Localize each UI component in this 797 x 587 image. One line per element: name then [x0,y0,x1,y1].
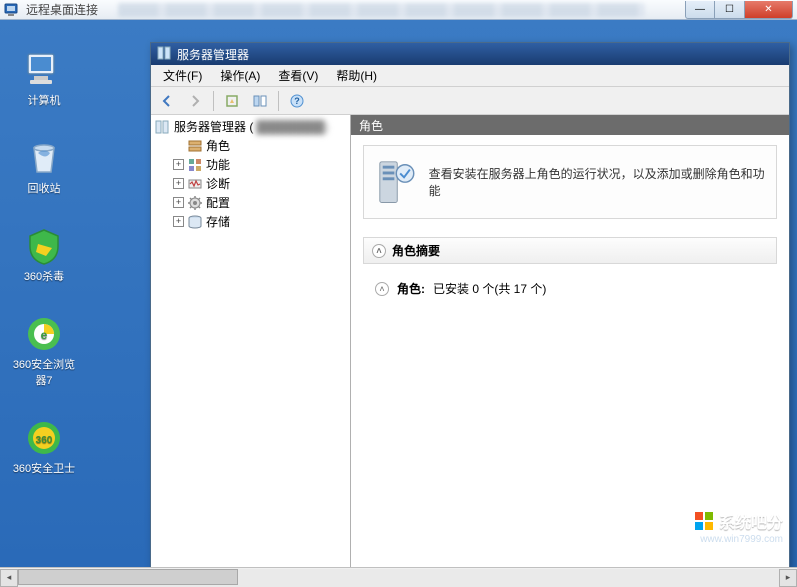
rdp-title: 远程桌面连接 [26,1,98,18]
server-manager-window: 服务器管理器 文件(F) 操作(A) 查看(V) 帮助(H) ? 服务器管理器 … [150,42,790,582]
menu-file[interactable]: 文件(F) [155,65,210,86]
tree-node-label: 诊断 [206,175,230,192]
expand-icon[interactable]: + [173,197,184,208]
features-icon [187,157,203,173]
nav-forward-button[interactable] [183,90,207,112]
svg-text:e: e [41,328,48,342]
menu-help[interactable]: 帮助(H) [328,65,385,86]
desktop-icon-label: 回收站 [28,180,61,196]
server-name-redacted: ████████) [256,120,328,134]
desktop-icon-label: 360杀毒 [24,268,64,284]
window-controls: — ☐ ✕ [685,1,793,19]
server-art-icon [374,156,417,208]
rdp-titlebar: 远程桌面连接 — ☐ ✕ [0,0,797,20]
desktop-icon-360-browser[interactable]: e 360安全浏览器7 [10,314,78,388]
tree-node-diagnostics[interactable]: + 诊断 [171,174,348,193]
desktop-icons: 计算机 回收站 360杀毒 e 360安全浏览器7 360 360安全卫士 [10,50,78,476]
tree-node-configuration[interactable]: + 配置 [171,193,348,212]
section-roles-summary[interactable]: ˄ 角色摘要 [363,237,777,264]
server-manager-titlebar[interactable]: 服务器管理器 [151,43,789,65]
watermark-brand: 系统吧分 [719,509,783,533]
menu-action[interactable]: 操作(A) [212,65,268,86]
content-header-roles: 角色 [351,115,789,135]
desktop-icon-computer[interactable]: 计算机 [10,50,78,108]
desktop-icon-360-safeguard[interactable]: 360 360安全卫士 [10,418,78,476]
desktop-icon-label: 计算机 [28,92,61,108]
rdp-background-tabs-blur [118,3,645,17]
desktop-icon-label: 360安全卫士 [13,460,75,476]
expand-icon[interactable]: + [173,178,184,189]
rdp-icon [4,2,20,18]
collapse-icon[interactable]: ˄ [372,244,386,258]
watermark: 系统吧分 [695,509,783,533]
properties-button[interactable] [248,90,272,112]
tree-root-server-manager[interactable]: 服务器管理器 ( ████████) [153,117,348,136]
section-title: 角色摘要 [392,242,440,259]
toolbar: ? [151,87,789,115]
computer-icon [24,50,64,90]
help-button[interactable]: ? [285,90,309,112]
scroll-thumb[interactable] [18,569,238,585]
desktop-icon-360-antivirus[interactable]: 360杀毒 [10,226,78,284]
server-manager-title: 服务器管理器 [177,46,249,63]
maximize-button[interactable]: ☐ [715,1,745,19]
roles-icon [187,138,203,154]
windows-tiles-icon [695,512,713,530]
refresh-button[interactable] [220,90,244,112]
svg-text:?: ? [294,96,300,106]
menu-view[interactable]: 查看(V) [270,65,326,86]
tree-root-label: 服务器管理器 ( [174,118,253,135]
roles-count-value: 已安装 0 个(共 17 个) [433,280,546,297]
tree-node-storage[interactable]: + 存储 [171,212,348,231]
server-manager-icon [157,46,171,63]
scroll-track[interactable] [18,569,779,587]
expand-icon[interactable]: + [173,216,184,227]
browser-icon: e [24,314,64,354]
shield-icon [24,226,64,266]
storage-icon [187,214,203,230]
tree-node-label: 存储 [206,213,230,230]
diagnostics-icon [187,176,203,192]
toolbar-separator [213,91,214,111]
desktop-icon-label: 360安全浏览器7 [10,356,78,388]
gear-icon [187,195,203,211]
roles-count-row: ˄ 角色: 已安装 0 个(共 17 个) [363,278,777,299]
roles-intro-text: 查看安装在服务器上角色的运行状况，以及添加或删除角色和功能 [429,165,766,199]
tree-node-features[interactable]: + 功能 [171,155,348,174]
roles-count-label: 角色: [397,280,425,297]
scroll-left-button[interactable]: ◂ [0,569,18,587]
roles-intro-box: 查看安装在服务器上角色的运行状况，以及添加或删除角色和功能 [363,145,777,219]
tree-node-label: 角色 [206,137,230,154]
horizontal-scrollbar[interactable]: ◂ ▸ [0,567,797,587]
collapse-icon[interactable]: ˄ [375,282,389,296]
toolbar-separator [278,91,279,111]
nav-back-button[interactable] [155,90,179,112]
recycle-bin-icon [24,138,64,178]
menubar: 文件(F) 操作(A) 查看(V) 帮助(H) [151,65,789,87]
server-manager-body: 服务器管理器 ( ████████) 角色 + 功能 + [151,115,789,581]
expand-icon[interactable]: + [173,159,184,170]
close-button[interactable]: ✕ [745,1,793,19]
scroll-right-button[interactable]: ▸ [779,569,797,587]
minimize-button[interactable]: — [685,1,715,19]
remote-desktop: 计算机 回收站 360杀毒 e 360安全浏览器7 360 360安全卫士 [0,20,797,567]
tree-node-roles[interactable]: 角色 [171,136,348,155]
tree-node-label: 配置 [206,194,230,211]
tree-node-label: 功能 [206,156,230,173]
svg-text:360: 360 [36,435,53,446]
navigation-tree[interactable]: 服务器管理器 ( ████████) 角色 + 功能 + [151,115,351,581]
desktop-icon-recycle-bin[interactable]: 回收站 [10,138,78,196]
server-icon [155,119,171,135]
safeguard-icon: 360 [24,418,64,458]
watermark-url: www.win7999.com [700,534,783,545]
